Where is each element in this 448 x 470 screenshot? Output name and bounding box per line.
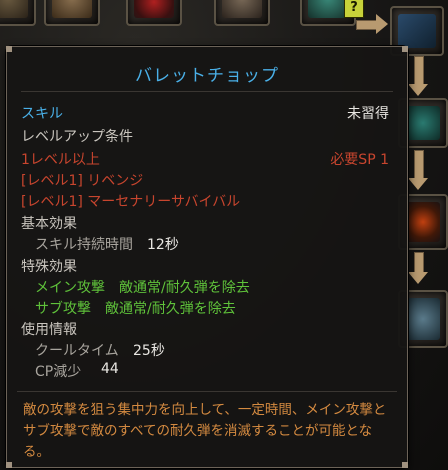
skill-icon-top-left[interactable] [0, 0, 36, 26]
skill-tooltip: バレットチョップ スキル 未習得 レベルアップ条件 1レベル以上 必要SP 1 … [6, 46, 408, 468]
special-effect-item: サブ攻撃 敵通常/耐久弾を除去 [35, 301, 236, 317]
requirement-header: レベルアップ条件 [21, 129, 133, 145]
tree-arrow-head [408, 272, 428, 284]
skill-icon-top-4[interactable] [214, 0, 270, 26]
tree-arrow-head [408, 84, 428, 96]
tooltip-corner [6, 462, 12, 468]
special-effect-item: メイン攻撃 敵通常/耐久弾を除去 [35, 280, 250, 296]
cp-cost-label: CP減少 [35, 364, 82, 380]
usage-info-header: 使用情報 [21, 322, 77, 338]
skill-icon-top-3[interactable] [126, 0, 182, 26]
basic-effect-header: 基本効果 [21, 216, 77, 232]
special-effect-header: 特殊効果 [21, 259, 77, 275]
title-divider [21, 91, 393, 92]
cp-cost-value: 44 [101, 361, 119, 377]
requirement-skill: [レベル1] リベンジ [21, 173, 144, 189]
description-box: 敵の攻撃を狙う集中力を向上して、一定時間、メイン攻撃とサブ攻撃で敵のすべての耐久… [17, 391, 397, 462]
requirement-level: 1レベル以上 [21, 152, 100, 168]
tree-arrow-head [408, 178, 428, 190]
skill-type-label: スキル [21, 106, 63, 122]
tree-arrow-head [376, 14, 388, 34]
skill-icon-top-2[interactable] [44, 0, 100, 26]
skill-description: 敵の攻撃を狙う集中力を向上して、一定時間、メイン攻撃とサブ攻撃で敵のすべての耐久… [23, 402, 387, 460]
skill-title: バレットチョップ [135, 66, 279, 86]
cooldown-value: 25秒 [133, 343, 165, 359]
skill-status: 未習得 [347, 106, 389, 122]
cooldown-label: クールタイム [35, 343, 119, 359]
requirement-sp: 必要SP 1 [330, 152, 389, 168]
tooltip-corner [402, 462, 408, 468]
tooltip-corner [402, 46, 408, 52]
basic-effect-label: スキル持続時間 [35, 237, 133, 253]
tooltip-corner [6, 46, 12, 52]
requirement-skill: [レベル1] マーセナリーサバイバル [21, 194, 241, 210]
locked-skill-badge: ? [344, 0, 364, 18]
basic-effect-value: 12秒 [147, 237, 179, 253]
